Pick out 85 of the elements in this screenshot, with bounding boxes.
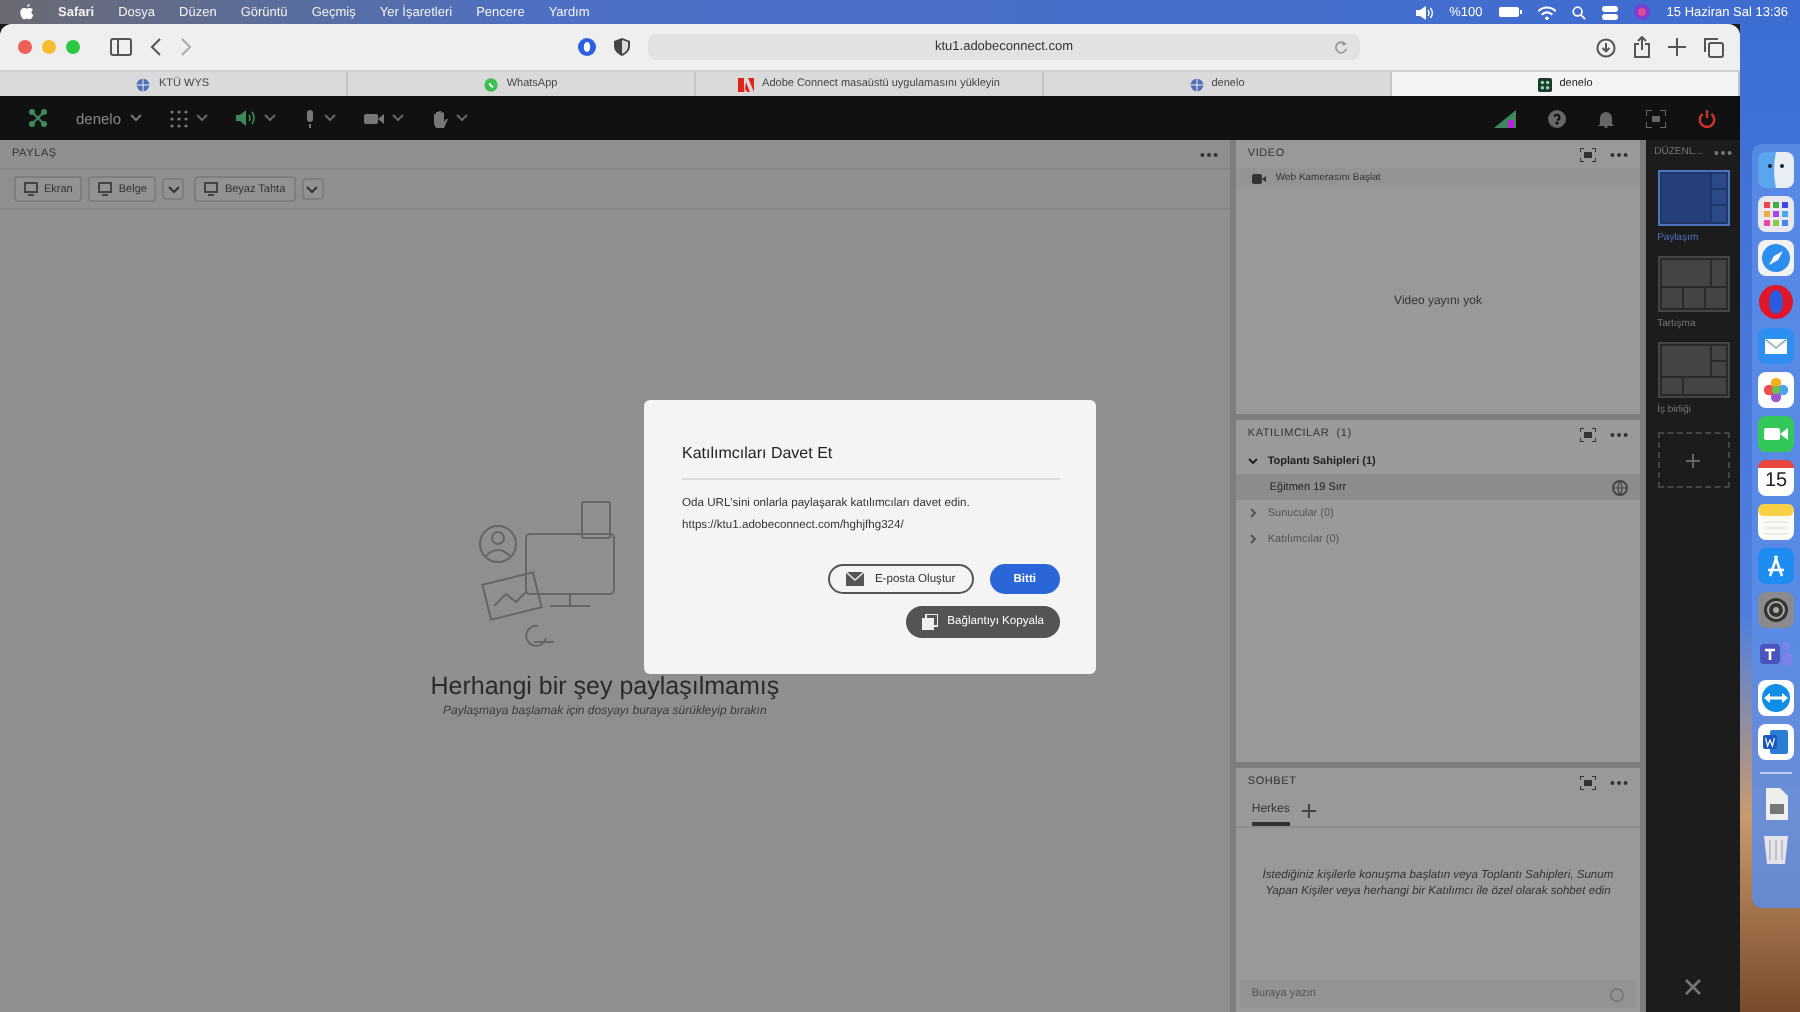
layout-menu[interactable]: [169, 109, 208, 127]
more-icon[interactable]: [1610, 151, 1629, 157]
share-icon[interactable]: [1634, 36, 1650, 58]
hand-icon: [431, 109, 448, 127]
monitor-icon: [98, 182, 113, 196]
grid-icon[interactable]: [1758, 196, 1794, 232]
signal-icon[interactable]: [1494, 109, 1516, 127]
globe-icon: [136, 77, 151, 91]
tabs-overview-icon[interactable]: [1704, 37, 1724, 57]
notepad-icon[interactable]: [1758, 504, 1794, 540]
layout-thumbnail-icon: [1657, 170, 1730, 226]
expand-icon[interactable]: [1580, 775, 1597, 789]
monitor-icon: [204, 182, 219, 196]
camera-icon: [1251, 173, 1266, 183]
expand-icon[interactable]: [1580, 427, 1597, 441]
bell-icon[interactable]: [1598, 109, 1614, 127]
dialog-title: Katılımcıları Davet Et: [682, 444, 833, 462]
privacy-icon[interactable]: [578, 38, 596, 56]
copy-icon: [921, 614, 938, 631]
chevron-icon: [1247, 508, 1258, 518]
caret-icon: [167, 185, 180, 193]
expand-icon[interactable]: [1580, 147, 1597, 161]
caret-icon: [323, 114, 336, 122]
battery-icon[interactable]: [1498, 6, 1523, 18]
apple-icon[interactable]: [20, 4, 34, 20]
power-icon[interactable]: [1698, 109, 1716, 127]
gear-icon[interactable]: [1758, 592, 1794, 628]
plus-icon[interactable]: [1301, 804, 1316, 818]
calendar-icon[interactable]: 15: [1758, 460, 1794, 496]
layout-thumbnail-icon: [1657, 342, 1730, 398]
trash-icon[interactable]: [1758, 830, 1794, 866]
chevron-icon: [1247, 456, 1258, 466]
camera-menu[interactable]: [363, 111, 404, 125]
fullscreen-icon[interactable]: [1646, 109, 1666, 127]
grid-icon: [169, 109, 188, 127]
envelope-icon[interactable]: [1758, 328, 1794, 364]
caret-icon: [263, 114, 276, 122]
microphone-icon: [303, 109, 316, 127]
close-button[interactable]: [18, 40, 32, 54]
empty-state-title: Herhangi bir şey paylaşılmamış: [430, 674, 780, 699]
chat-bubble-icon: [484, 77, 499, 91]
speaker-icon: [235, 110, 256, 126]
app-logo-icon[interactable]: [28, 108, 48, 128]
camera-icon[interactable]: [1758, 416, 1794, 452]
more-icon[interactable]: [1714, 149, 1732, 155]
app-store-icon[interactable]: [1758, 548, 1794, 584]
envelope-icon: [846, 572, 865, 587]
caret-icon: [129, 114, 142, 122]
more-icon[interactable]: [1199, 151, 1218, 157]
teams-icon[interactable]: [1758, 636, 1794, 672]
monitor-icon: [24, 182, 38, 196]
compass-icon[interactable]: [1758, 240, 1794, 276]
camera-icon: [363, 111, 384, 125]
help-icon[interactable]: [1548, 109, 1566, 127]
letter-mark-icon: [738, 77, 755, 91]
dropdown-button[interactable]: [162, 178, 185, 200]
speaker-icon[interactable]: [1415, 5, 1434, 19]
globe-icon: [1189, 77, 1204, 91]
flower-icon[interactable]: [1758, 372, 1794, 408]
caret-icon: [306, 185, 319, 193]
wifi-icon[interactable]: [1538, 5, 1557, 19]
arrows-icon[interactable]: [1758, 680, 1794, 716]
back-icon[interactable]: [150, 38, 162, 56]
plus-icon[interactable]: [1668, 38, 1686, 56]
more-icon[interactable]: [1610, 431, 1629, 437]
chevron-icon: [1247, 534, 1258, 544]
more-icon[interactable]: [1610, 779, 1629, 785]
search-icon[interactable]: [1572, 5, 1587, 19]
caret-icon: [391, 114, 404, 122]
caret-icon: [195, 114, 208, 122]
download-icon[interactable]: [1596, 37, 1616, 57]
microphone-menu[interactable]: [303, 109, 336, 127]
hand-menu[interactable]: [431, 109, 468, 127]
layout-thumbnail-icon: [1657, 256, 1730, 312]
speaker-menu[interactable]: [235, 110, 276, 126]
caret-icon: [455, 114, 468, 122]
plus-icon: [1686, 453, 1701, 467]
sidebar-icon[interactable]: [110, 38, 132, 56]
document-icon[interactable]: [1758, 724, 1794, 760]
dropdown-button[interactable]: [301, 178, 324, 200]
app-logo-icon: [1537, 77, 1552, 91]
toggles-icon[interactable]: [1602, 5, 1619, 19]
shield-icon[interactable]: [614, 38, 630, 56]
globe-icon: [1612, 479, 1629, 495]
face-icon[interactable]: [1758, 152, 1794, 188]
